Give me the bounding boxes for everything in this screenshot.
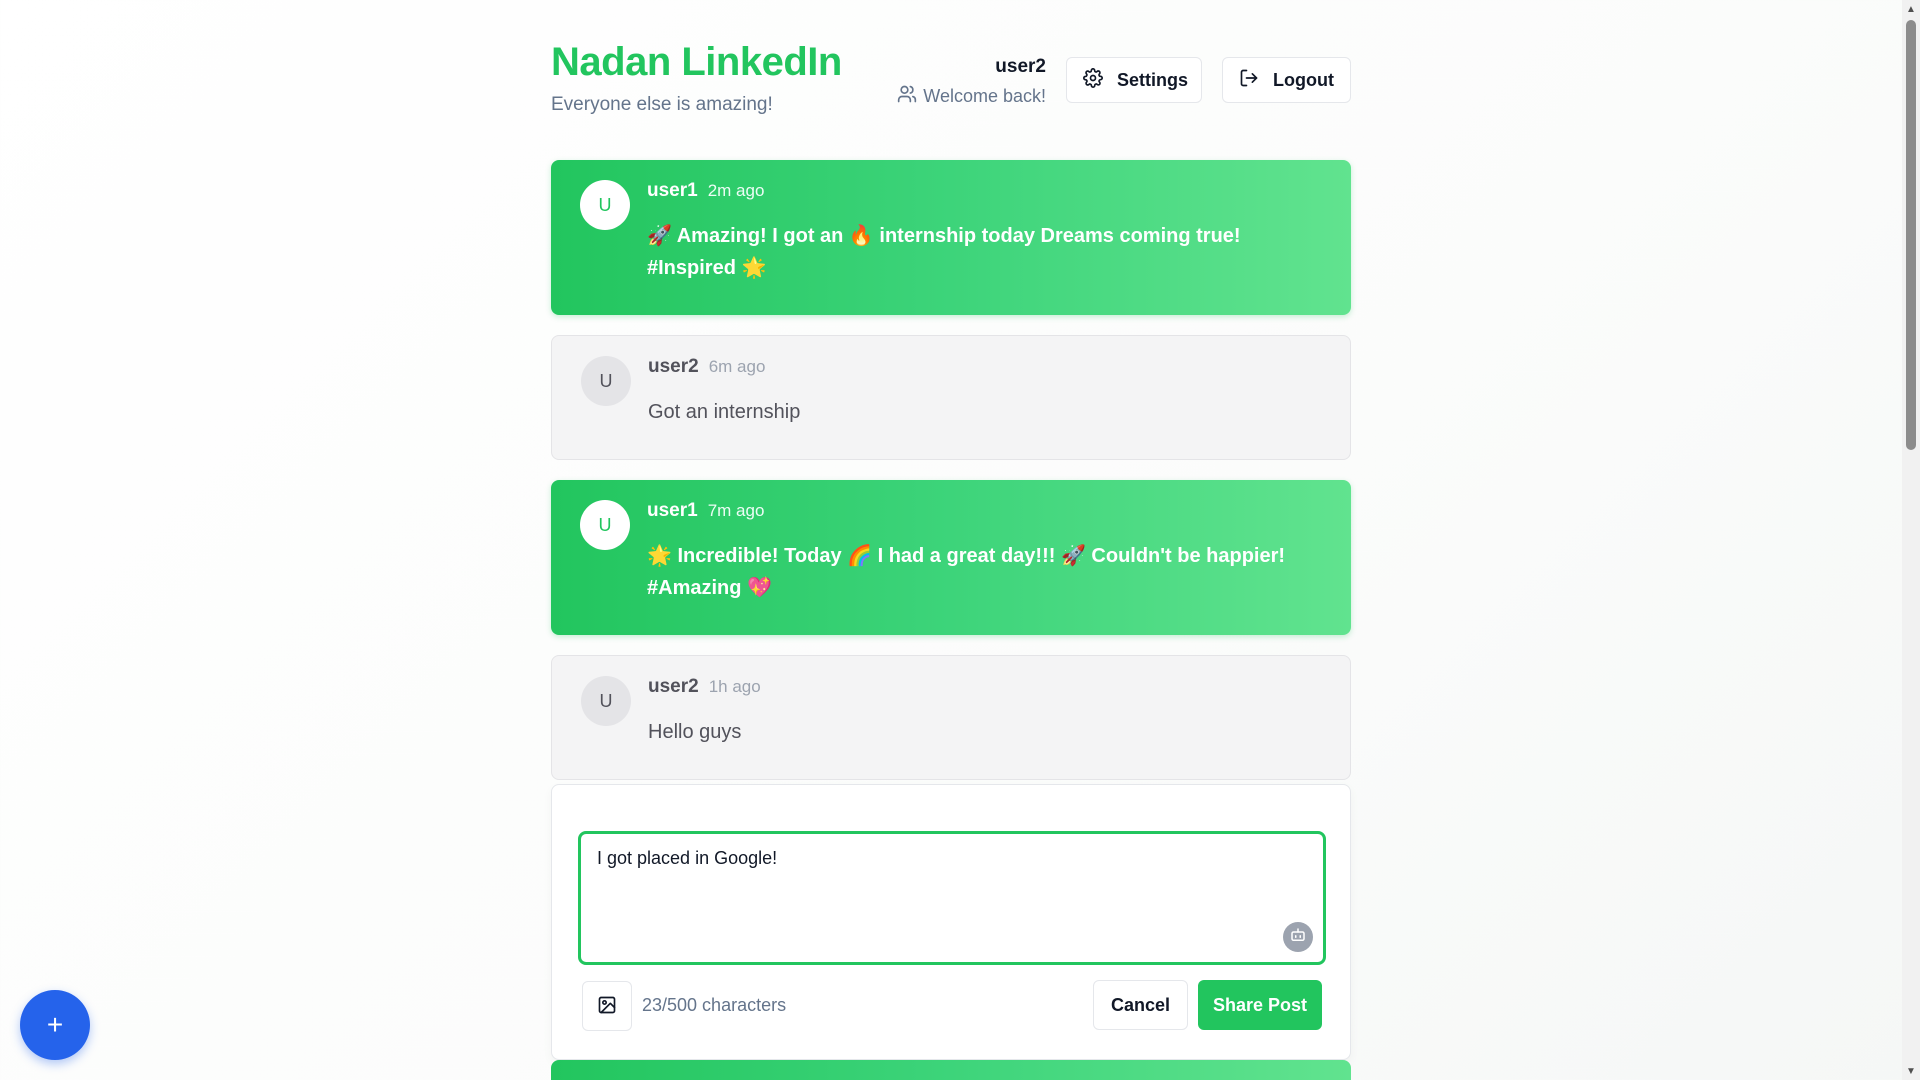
post-meta: user1 2m ago: [647, 180, 1321, 208]
welcome-text: Welcome back!: [923, 86, 1046, 106]
post-time: 1h ago: [708, 677, 761, 696]
share-post-button[interactable]: Share Post: [1198, 980, 1322, 1030]
header: Nadan LinkedIn Everyone else is amazing!…: [551, 0, 1351, 160]
post-meta: user2 1h ago: [648, 676, 1320, 704]
post-textarea[interactable]: [581, 834, 1323, 962]
image-icon: [597, 995, 617, 1018]
post-text: 🌟 Incredible! Today 🌈 I had a great day!…: [647, 545, 1286, 599]
post-composer: 23/500 characters Cancel Share Post: [551, 784, 1351, 1060]
avatar: U: [581, 356, 631, 406]
post-author: user2: [648, 676, 699, 697]
composer-textarea-wrapper: [578, 831, 1326, 965]
scroll-down-arrow-icon[interactable]: ▼: [1902, 1062, 1920, 1080]
logout-button[interactable]: Logout: [1222, 57, 1351, 103]
plus-icon: +: [46, 1009, 64, 1040]
welcome-message: Welcome back!: [897, 84, 1046, 109]
post-meta: user1 7m ago: [647, 500, 1321, 528]
post-card: U user2 1h ago Hello guys: [551, 655, 1351, 780]
main-container: Nadan LinkedIn Everyone else is amazing!…: [551, 0, 1351, 1080]
post-card: U user1 7m ago 🌟 Incredible! Today 🌈 I h…: [551, 480, 1351, 635]
post-author: user1: [647, 500, 698, 521]
post-time: 6m ago: [708, 357, 766, 376]
settings-label: Settings: [1117, 69, 1189, 90]
post-author: user1: [647, 180, 698, 201]
user-info: user2 Welcome back!: [897, 56, 1046, 109]
ai-assist-button[interactable]: [1283, 922, 1313, 952]
add-image-button[interactable]: [582, 981, 632, 1031]
settings-button[interactable]: Settings: [1066, 57, 1202, 103]
post-text: 🚀 Amazing! I got an 🔥 internship today D…: [647, 225, 1241, 279]
post-card-partial: [551, 1060, 1351, 1080]
post-time: 7m ago: [707, 501, 765, 520]
character-count: 23/500 characters: [642, 995, 787, 1015]
create-post-fab[interactable]: +: [20, 990, 90, 1060]
page-scrollbar[interactable]: ▲ ▼: [1902, 0, 1920, 1080]
post-author: user2: [648, 356, 699, 377]
scroll-up-arrow-icon[interactable]: ▲: [1902, 0, 1920, 18]
avatar: U: [580, 500, 630, 550]
logout-label: Logout: [1273, 69, 1334, 90]
post-card: U user1 2m ago 🚀 Amazing! I got an 🔥 int…: [551, 160, 1351, 315]
avatar: U: [581, 676, 631, 726]
brand-tagline: Everyone else is amazing!: [551, 94, 773, 115]
bot-icon: [1289, 926, 1307, 949]
logout-icon: [1239, 68, 1259, 93]
post-meta: user2 6m ago: [648, 356, 1320, 384]
post-text: Hello guys: [648, 721, 742, 743]
users-icon: [897, 84, 917, 109]
post-time: 2m ago: [707, 181, 765, 200]
gear-icon: [1083, 67, 1103, 93]
post-text: Got an internship: [648, 401, 801, 423]
scrollbar-thumb[interactable]: [1906, 20, 1916, 450]
cancel-button[interactable]: Cancel: [1093, 980, 1188, 1030]
avatar: U: [580, 180, 630, 230]
post-card: U user2 6m ago Got an internship: [551, 335, 1351, 460]
brand-title: Nadan LinkedIn: [551, 40, 842, 84]
current-username: user2: [995, 56, 1046, 77]
